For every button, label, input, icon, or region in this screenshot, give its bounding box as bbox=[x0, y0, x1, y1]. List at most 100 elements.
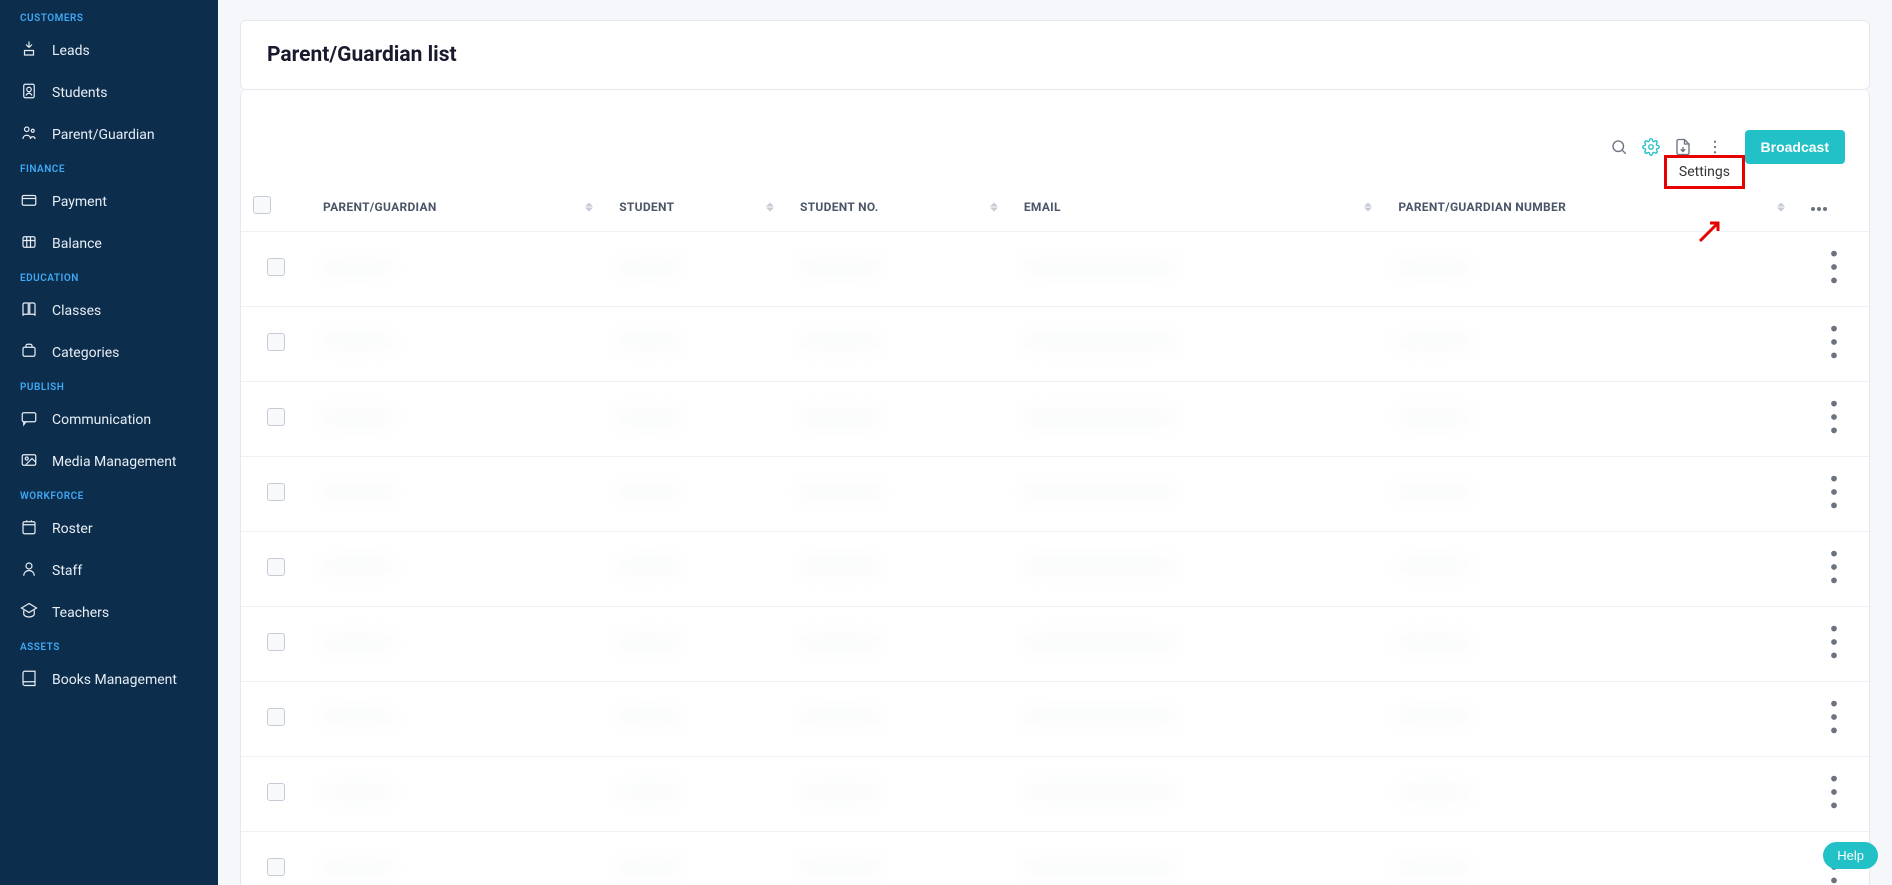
row-checkbox[interactable] bbox=[267, 633, 285, 651]
table-cell bbox=[788, 757, 1012, 832]
row-actions-icon[interactable] bbox=[1811, 278, 1857, 294]
table-cell bbox=[1012, 307, 1387, 382]
row-checkbox[interactable] bbox=[267, 483, 285, 501]
table-cell bbox=[1386, 607, 1799, 682]
table-row bbox=[241, 532, 1869, 607]
header-checkbox[interactable] bbox=[241, 182, 311, 232]
sidebar-section-title: WORKFORCE bbox=[0, 483, 218, 508]
sidebar-item-categories[interactable]: Categories bbox=[0, 332, 218, 374]
page-header-card: Parent/Guardian list bbox=[240, 20, 1870, 90]
row-actions-icon[interactable] bbox=[1811, 503, 1857, 519]
table-cell bbox=[1012, 532, 1387, 607]
sidebar-item-communication[interactable]: Communication bbox=[0, 399, 218, 441]
sidebar-item-label: Payment bbox=[52, 194, 107, 210]
column-header[interactable]: STUDENT NO. bbox=[788, 182, 1012, 232]
row-checkbox[interactable] bbox=[267, 858, 285, 876]
row-actions-icon[interactable] bbox=[1811, 353, 1857, 369]
column-header[interactable]: EMAIL bbox=[1012, 182, 1387, 232]
table-row bbox=[241, 757, 1869, 832]
payment-icon bbox=[20, 191, 38, 213]
classes-icon bbox=[20, 300, 38, 322]
sidebar-item-parent-guardian[interactable]: Parent/Guardian bbox=[0, 114, 218, 156]
help-button[interactable]: Help bbox=[1823, 842, 1878, 869]
sort-icon[interactable] bbox=[1364, 202, 1372, 211]
table-cell bbox=[311, 532, 607, 607]
sort-icon[interactable] bbox=[990, 202, 998, 211]
row-actions-icon[interactable] bbox=[1811, 428, 1857, 444]
row-checkbox[interactable] bbox=[267, 333, 285, 351]
balance-icon bbox=[20, 233, 38, 255]
sidebar-section-title: EDUCATION bbox=[0, 265, 218, 290]
table-row bbox=[241, 607, 1869, 682]
table-cell bbox=[1012, 682, 1387, 757]
table-cell bbox=[311, 682, 607, 757]
row-actions-icon[interactable] bbox=[1811, 728, 1857, 744]
data-table: PARENT/GUARDIAN STUDENT STUDENT NO. EMAI… bbox=[241, 182, 1869, 885]
row-checkbox[interactable] bbox=[267, 258, 285, 276]
table-cell bbox=[788, 457, 1012, 532]
sidebar-item-label: Roster bbox=[52, 521, 93, 537]
sidebar-item-students[interactable]: Students bbox=[0, 72, 218, 114]
toolbar: Settings Broadcast bbox=[241, 90, 1869, 182]
sort-icon[interactable] bbox=[585, 202, 593, 211]
table-cell bbox=[311, 607, 607, 682]
row-actions-icon[interactable] bbox=[1811, 653, 1857, 669]
row-checkbox[interactable] bbox=[267, 783, 285, 801]
row-actions-icon[interactable] bbox=[1811, 578, 1857, 594]
table-row bbox=[241, 232, 1869, 307]
sidebar-item-staff[interactable]: Staff bbox=[0, 550, 218, 592]
table-cell bbox=[1386, 757, 1799, 832]
sidebar-item-roster[interactable]: Roster bbox=[0, 508, 218, 550]
row-actions-icon[interactable] bbox=[1811, 803, 1857, 819]
sidebar-item-books-management[interactable]: Books Management bbox=[0, 659, 218, 701]
column-header[interactable]: PARENT/GUARDIAN NUMBER bbox=[1386, 182, 1799, 232]
row-actions-icon[interactable] bbox=[1811, 878, 1857, 885]
column-header[interactable]: STUDENT bbox=[607, 182, 788, 232]
table-row bbox=[241, 832, 1869, 885]
sidebar-item-label: Books Management bbox=[52, 672, 177, 688]
table-cell bbox=[1012, 457, 1387, 532]
sidebar-item-classes[interactable]: Classes bbox=[0, 290, 218, 332]
table-row bbox=[241, 457, 1869, 532]
sidebar-item-label: Leads bbox=[52, 43, 90, 59]
table-cell bbox=[607, 757, 788, 832]
sort-icon[interactable] bbox=[766, 202, 774, 211]
table-cell bbox=[311, 457, 607, 532]
sidebar-section-title: PUBLISH bbox=[0, 374, 218, 399]
app-root: CUSTOMERS Leads Students Parent/Guardian FIN… bbox=[0, 0, 1892, 885]
sidebar-item-teachers[interactable]: Teachers bbox=[0, 592, 218, 634]
table-cell bbox=[1386, 682, 1799, 757]
table-cell bbox=[607, 232, 788, 307]
broadcast-button[interactable]: Broadcast bbox=[1745, 130, 1845, 164]
sidebar-item-label: Staff bbox=[52, 563, 82, 579]
sidebar-item-label: Balance bbox=[52, 236, 102, 252]
sidebar-item-payment[interactable]: Payment bbox=[0, 181, 218, 223]
row-checkbox[interactable] bbox=[267, 408, 285, 426]
column-more[interactable] bbox=[1799, 182, 1869, 232]
sidebar-item-media-management[interactable]: Media Management bbox=[0, 441, 218, 483]
table-cell bbox=[788, 607, 1012, 682]
sidebar-section-title: FINANCE bbox=[0, 156, 218, 181]
sidebar-item-label: Students bbox=[52, 85, 107, 101]
communication-icon bbox=[20, 409, 38, 431]
sidebar-item-label: Teachers bbox=[52, 605, 109, 621]
settings-icon[interactable] bbox=[1639, 135, 1663, 159]
table-cell bbox=[607, 457, 788, 532]
table-cell bbox=[311, 757, 607, 832]
sidebar-item-label: Parent/Guardian bbox=[52, 127, 155, 143]
sidebar-section-title: CUSTOMERS bbox=[0, 5, 218, 30]
table-row bbox=[241, 682, 1869, 757]
table-cell bbox=[788, 532, 1012, 607]
sort-icon[interactable] bbox=[1777, 202, 1785, 211]
table-cell bbox=[1386, 232, 1799, 307]
row-checkbox[interactable] bbox=[267, 558, 285, 576]
sidebar-item-balance[interactable]: Balance bbox=[0, 223, 218, 265]
table-cell bbox=[311, 307, 607, 382]
row-checkbox[interactable] bbox=[267, 708, 285, 726]
sidebar-item-leads[interactable]: Leads bbox=[0, 30, 218, 72]
table-cell bbox=[607, 532, 788, 607]
table-cell bbox=[607, 607, 788, 682]
column-header[interactable]: PARENT/GUARDIAN bbox=[311, 182, 607, 232]
table-cell bbox=[1386, 307, 1799, 382]
search-icon[interactable] bbox=[1607, 135, 1631, 159]
